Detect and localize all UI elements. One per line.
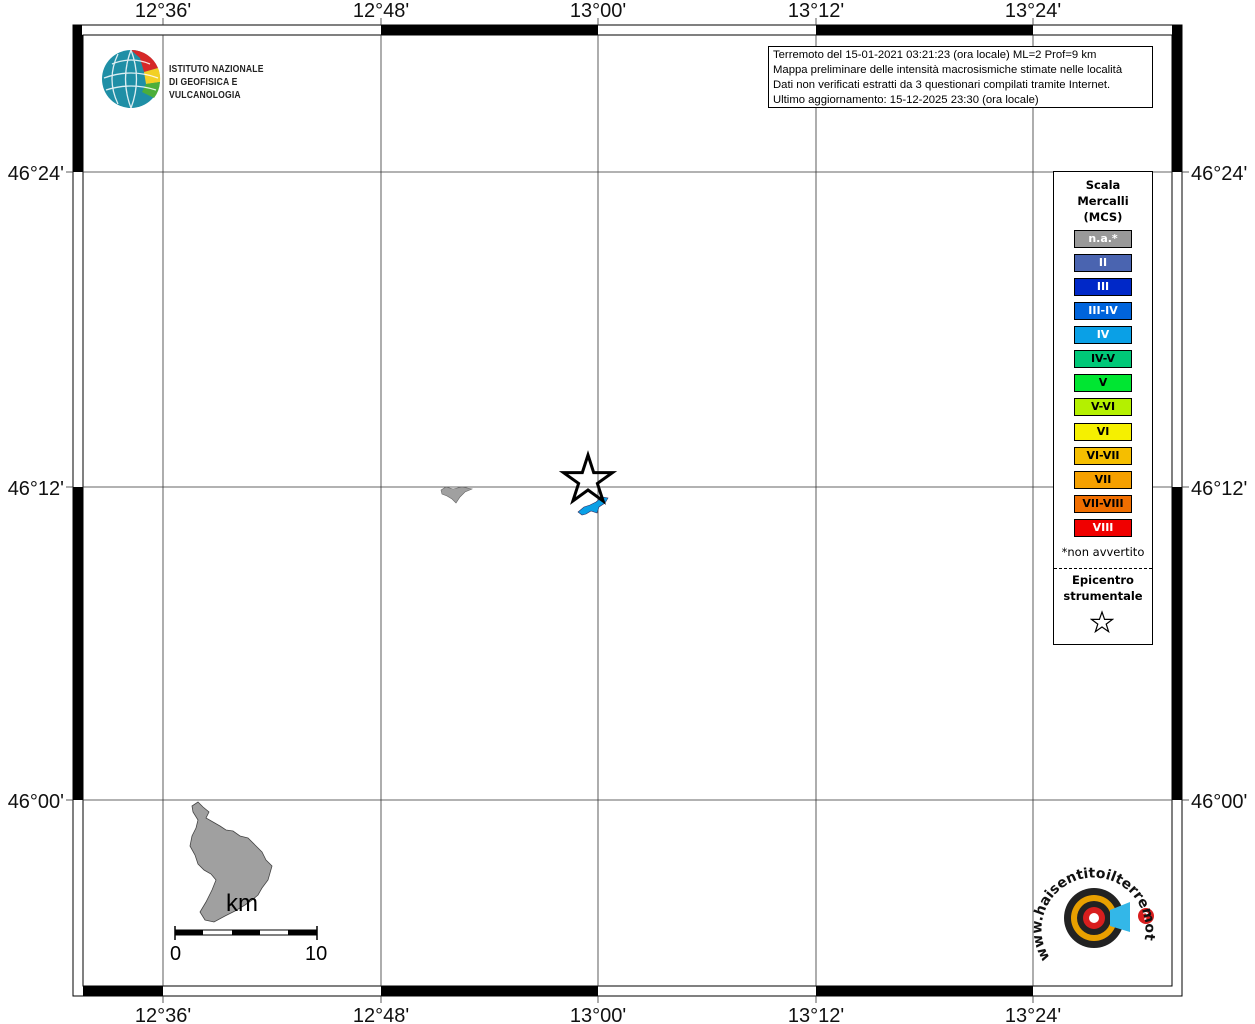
legend-level-swatch: VI bbox=[1074, 423, 1132, 441]
hai-sentito-il-terremoto-icon[interactable]: ? www.haisentitoilterremoto.it bbox=[1027, 846, 1162, 983]
lon-label: 12°36' bbox=[135, 0, 191, 22]
ingv-name-line2: DI GEOFISICA E VULCANOLOGIA bbox=[169, 76, 241, 101]
scale-bar: km 0 10 bbox=[168, 888, 328, 973]
scale-bar-start: 0 bbox=[170, 943, 182, 965]
legend-level-swatch: II bbox=[1074, 254, 1132, 272]
legend-level-swatch: IV bbox=[1074, 326, 1132, 344]
scale-bar-ruler bbox=[174, 926, 318, 940]
lon-label: 13°00' bbox=[570, 0, 626, 22]
legend-separator bbox=[1054, 568, 1152, 569]
legend-level-swatch: IV-V bbox=[1074, 350, 1132, 368]
event-info-line4: Ultimo aggiornamento: 15-12-2025 23:30 (… bbox=[773, 94, 1039, 106]
lon-label: 13°00' bbox=[570, 1005, 626, 1024]
legend-level-swatch: III bbox=[1074, 278, 1132, 296]
legend-title-line1: Scala bbox=[1085, 178, 1121, 192]
lat-label: 46°12' bbox=[8, 478, 64, 500]
legend-level-swatch: VII bbox=[1074, 471, 1132, 489]
lon-label: 13°24' bbox=[1005, 1005, 1061, 1024]
mcs-legend: Scala Mercalli (MCS) n.a.* II III III-IV IV I… bbox=[1053, 171, 1153, 645]
legend-title-line2: Mercalli bbox=[1077, 194, 1129, 208]
ingv-globe-icon bbox=[102, 49, 161, 109]
ingv-logo: ISTITUTO NAZIONALE DI GEOFISICA E VULCAN… bbox=[100, 48, 320, 110]
lon-label: 13°12' bbox=[788, 1005, 844, 1024]
legend-note: *non avvertito bbox=[1061, 545, 1145, 559]
lat-label: 46°24' bbox=[8, 163, 64, 185]
lat-labels-left: 46°24' 46°12' 46°00' bbox=[8, 163, 64, 813]
legend-epicenter-line2: strumentale bbox=[1063, 589, 1143, 603]
legend-title-line3: (MCS) bbox=[1083, 210, 1123, 224]
lon-label: 12°36' bbox=[135, 1005, 191, 1024]
legend-epicenter-line1: Epicentro bbox=[1072, 573, 1134, 587]
scale-bar-end: 10 bbox=[305, 943, 328, 965]
lon-label: 12°48' bbox=[353, 1005, 409, 1024]
lon-labels-bottom: 12°36' 12°48' 13°00' 13°12' 13°24' bbox=[135, 1005, 1061, 1024]
lat-label: 46°24' bbox=[1191, 163, 1247, 185]
legend-level-swatch: n.a.* bbox=[1074, 230, 1132, 248]
lon-label: 13°12' bbox=[788, 0, 844, 22]
event-info-line3: Dati non verificati estratti da 3 questi… bbox=[773, 79, 1111, 91]
event-info-box: Terremoto del 15-01-2021 03:21:23 (ora l… bbox=[768, 46, 1153, 108]
legend-star-icon bbox=[1090, 610, 1114, 634]
legend-level-swatch: VI-VII bbox=[1074, 447, 1132, 465]
legend-level-swatch: VIII bbox=[1074, 519, 1132, 537]
legend-title: Scala Mercalli (MCS) bbox=[1054, 177, 1152, 225]
event-info-line1: Terremoto del 15-01-2021 03:21:23 (ora l… bbox=[773, 49, 1097, 61]
lat-labels-right: 46°24' 46°12' 46°00' bbox=[1191, 163, 1247, 813]
hai-sentito-badge[interactable]: ? www.haisentitoilterremoto.it bbox=[1027, 846, 1162, 983]
event-info-line2: Mappa preliminare delle intensità macros… bbox=[773, 64, 1123, 76]
legend-level-swatch: III-IV bbox=[1074, 302, 1132, 320]
legend-level-swatch: V bbox=[1074, 374, 1132, 392]
lat-label: 46°00' bbox=[8, 791, 64, 813]
lon-labels-top: 12°36' 12°48' 13°00' 13°12' 13°24' bbox=[135, 0, 1061, 22]
lat-label: 46°12' bbox=[1191, 478, 1247, 500]
ingv-name: ISTITUTO NAZIONALE DI GEOFISICA E VULCAN… bbox=[169, 63, 293, 102]
legend-level-swatch: V-VI bbox=[1074, 398, 1132, 416]
lon-label: 13°24' bbox=[1005, 0, 1061, 22]
scale-bar-unit: km bbox=[226, 890, 258, 917]
lon-label: 12°48' bbox=[353, 0, 409, 22]
legend-level-swatch: VII-VIII bbox=[1074, 495, 1132, 513]
legend-epicenter-label: Epicentro strumentale bbox=[1054, 572, 1152, 604]
lat-label: 46°00' bbox=[1191, 791, 1247, 813]
ingv-name-line1: ISTITUTO NAZIONALE bbox=[169, 63, 264, 75]
